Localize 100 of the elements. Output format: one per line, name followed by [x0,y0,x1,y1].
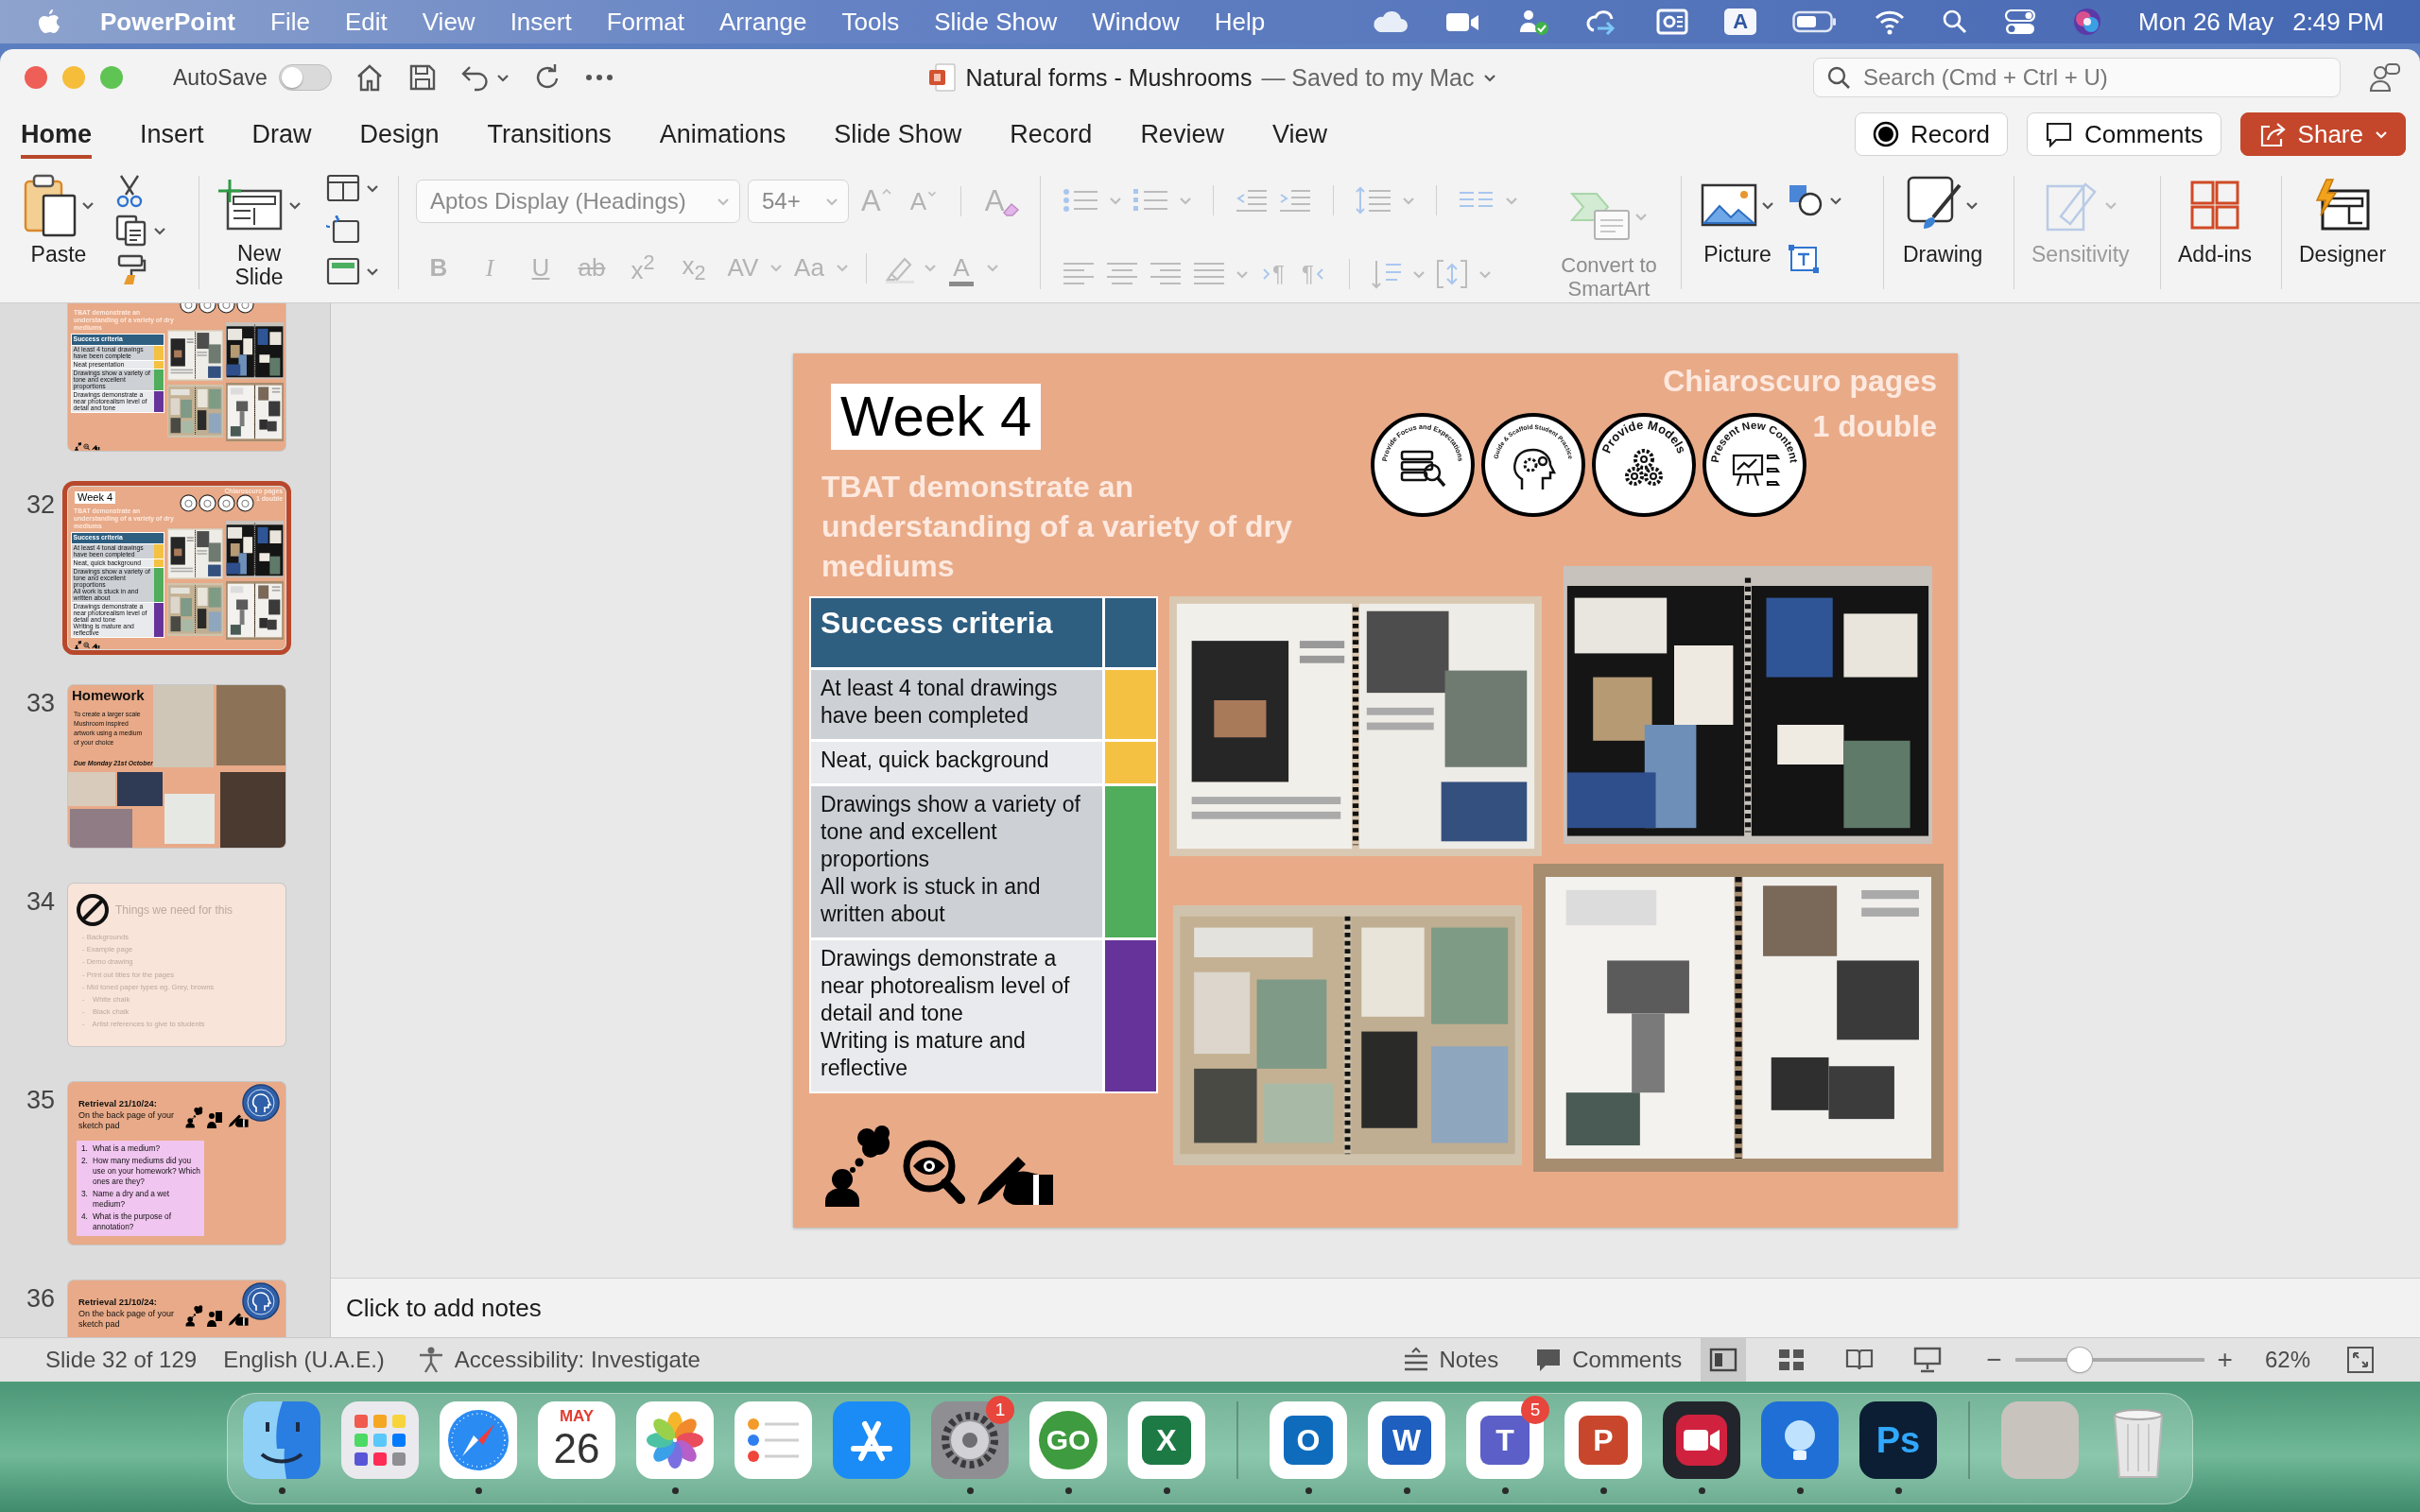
menu-item[interactable]: Format [606,7,684,37]
zoom-percentage[interactable]: 62% [2264,1347,2310,1373]
notification-badge: 5 [1521,1396,1549,1424]
ribbon-tab[interactable]: Slide Show [834,110,962,159]
ribbon-tab[interactable]: Design [359,110,440,159]
round-badge-icon [216,494,235,512]
slide-thumbnail[interactable] [68,1082,285,1245]
ribbon-tab[interactable]: Transitions [487,110,612,159]
menu-bar-date[interactable]: Mon 26 May [2138,7,2274,37]
paintbrush-icon[interactable] [115,253,147,285]
caret-icon[interactable] [495,73,510,82]
zoom-out-button[interactable]: − [1982,1345,2006,1375]
lightbulb-icon[interactable] [1761,1401,1839,1479]
slides-app-icon[interactable]: P [1564,1401,1642,1479]
drawing-button[interactable]: Drawing [1897,168,1989,271]
ribbon-tab[interactable]: Animations [659,110,786,159]
caret-icon[interactable] [288,200,302,210]
menu-item[interactable]: Tools [841,7,900,37]
fit-to-window-icon[interactable] [2346,1346,2375,1374]
menu-item[interactable]: Help [1214,7,1266,37]
apple-icon[interactable] [38,9,60,35]
slide-thumbnail[interactable] [68,884,285,1046]
autosave-toggle[interactable] [278,64,332,91]
save-status[interactable]: — Saved to my Mac [1261,63,1475,92]
close-window-icon[interactable] [24,65,48,90]
caret-icon[interactable] [1483,73,1497,82]
menu-item[interactable]: Slide Show [934,7,1058,37]
person-bubble-icon[interactable] [2369,62,2401,93]
ribbon-tab[interactable]: View [1271,110,1327,159]
record-button[interactable]: Record [1855,112,2008,156]
paste-button[interactable]: Paste [17,168,100,271]
control-center-icon[interactable] [2004,8,2037,36]
input-source-menu[interactable]: A [1724,9,1757,35]
caret-icon[interactable] [366,266,379,276]
designer-button[interactable]: Designer [2293,168,2393,271]
menu-item[interactable]: Edit [344,7,388,37]
copy-icon[interactable] [115,215,147,247]
video-camera-icon[interactable] [1663,1401,1740,1479]
cloud-icon[interactable] [1371,9,1409,35]
caret-icon[interactable] [1965,200,1979,210]
orb-icon[interactable] [2072,7,2103,37]
ribbon-tab[interactable]: Home [21,110,92,159]
language-indicator[interactable]: English (U.A.E.) [223,1347,385,1373]
table-cell: At least 4 tonal drawings have been completed [811,670,1102,739]
caret-icon[interactable] [1829,196,1842,205]
new-slide-button[interactable]: New Slide [211,168,307,293]
refresh-square-icon[interactable] [326,215,360,244]
search-icon[interactable] [1942,9,1969,35]
wifi-icon[interactable] [1874,9,1907,35]
spreadsheet-app-icon[interactable]: X [1128,1401,1205,1479]
slider-thumb[interactable] [2067,1348,2093,1372]
accessibility-button[interactable]: Accessibility: Investigate [416,1346,700,1374]
comments-button[interactable]: Comments [1534,1347,1683,1373]
slide-thumbnail[interactable] [68,303,285,451]
menu-item[interactable]: View [422,7,475,37]
comments-button[interactable]: Comments [2026,112,2221,156]
ribbon-tab[interactable]: Record [1010,110,1093,159]
caret-icon[interactable] [81,200,95,210]
a-shape-app-icon[interactable] [833,1401,910,1479]
shapes-icon[interactable] [1788,183,1824,217]
go-app-icon[interactable]: GO [1029,1401,1107,1479]
up-caret-icon [881,188,891,195]
caret-icon[interactable] [1761,200,1774,210]
slide-plus-icon [216,178,285,232]
image-editor-app-icon[interactable]: Ps [1859,1401,1937,1479]
document-app-icon[interactable]: W [1368,1401,1445,1479]
layout-icon[interactable] [326,174,360,202]
id-card-icon[interactable] [1656,8,1689,36]
add-ins-button[interactable]: Add-ins [2172,168,2257,271]
smiling-face-app-icon[interactable] [243,1401,320,1479]
menu-bar-time[interactable]: 2:49 PM [2292,7,2384,37]
battery-icon[interactable] [1792,9,1839,35]
slide-thumbnail[interactable]: Retrieval 21/10/24: On the back page of your sketch pad [68,1280,285,1337]
zoom-in-button[interactable]: + [2213,1345,2237,1375]
menu-item[interactable]: File [270,7,310,37]
menu-item[interactable]: Arrange [719,7,807,37]
picture-button[interactable]: Picture [1695,168,1780,271]
app-grid-icon[interactable] [341,1401,419,1479]
search-field[interactable]: Search (Cmd + Ctrl + U) [1813,58,2341,97]
share-button[interactable]: Share [2239,112,2406,156]
window-bar-icon[interactable] [326,257,360,285]
app-menu[interactable]: PowerPoint [100,7,235,37]
caret-icon[interactable] [366,183,379,193]
caret-icon[interactable] [153,226,166,235]
gear-icon[interactable] [931,1401,1009,1479]
ribbon-tab[interactable]: Review [1140,110,1224,159]
mail-app-icon[interactable]: O [1270,1401,1347,1479]
notes-button[interactable]: Notes [1401,1347,1499,1373]
flower-icon[interactable] [636,1401,714,1479]
ribbon-tab[interactable]: Insert [140,110,204,159]
checklist-icon[interactable] [735,1401,812,1479]
scissors-icon[interactable] [115,174,144,208]
calendar-icon[interactable]: MAY 26 [538,1401,615,1479]
text-box-icon[interactable] [1788,244,1820,274]
more-icon[interactable] [584,74,614,81]
view-button[interactable] [1701,1338,1747,1382]
menu-item[interactable]: Insert [510,7,572,37]
compass-icon[interactable] [440,1401,517,1479]
menu-item[interactable]: Window [1092,7,1180,37]
ribbon-tab[interactable]: Draw [251,110,312,159]
